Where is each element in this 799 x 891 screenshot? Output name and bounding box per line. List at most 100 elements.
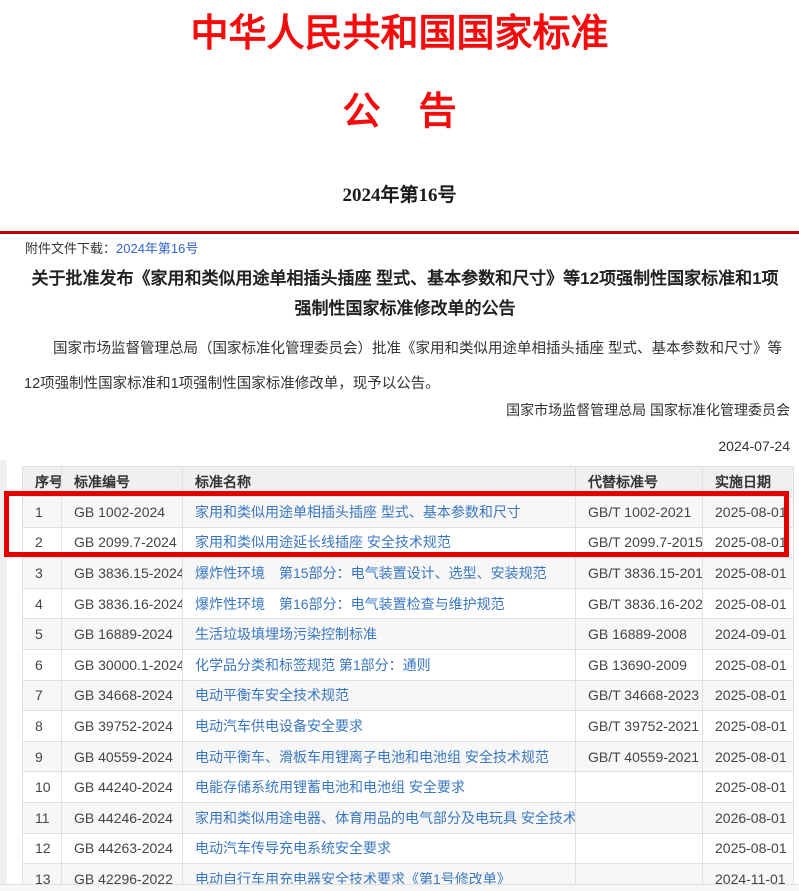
attachment-label: 附件文件下载： xyxy=(25,241,116,256)
standard-name-link[interactable]: 家用和类似用途延长线插座 安全技术规范 xyxy=(195,534,451,550)
standard-name-link[interactable]: 爆炸性环境 第16部分：电气装置检查与维护规范 xyxy=(195,596,505,612)
attachment-row: 附件文件下载：2024年第16号 xyxy=(25,240,198,257)
table-next-row-partial xyxy=(0,884,799,891)
cell-name: 家用和类似用途单相插头插座 型式、基本参数和尺寸 xyxy=(183,497,576,528)
cell-name: 家用和类似用途延长线插座 安全技术规范 xyxy=(183,527,576,558)
table-row: 8 GB 39752-2024 电动汽车供电设备安全要求 GB/T 39752-… xyxy=(23,711,794,742)
page-subtitle: 公 告 xyxy=(0,86,799,138)
table-row: 4 GB 3836.16-2024 爆炸性环境 第16部分：电气装置检查与维护规… xyxy=(23,588,794,619)
signature-line: 国家市场监督管理总局 国家标准化管理委员会 xyxy=(0,400,790,420)
cell-name: 爆炸性环境 第16部分：电气装置检查与维护规范 xyxy=(183,588,576,619)
attachment-download-link[interactable]: 2024年第16号 xyxy=(116,241,198,256)
cell-replaces xyxy=(576,833,703,864)
cell-code: GB 34668-2024 xyxy=(62,680,183,711)
cell-seq: 7 xyxy=(23,680,62,711)
standard-name-link[interactable]: 家用和类似用途电器、体育用品的电气部分及电玩具 安全技术规范 xyxy=(195,810,576,826)
cell-seq: 12 xyxy=(23,833,62,864)
table-row: 9 GB 40559-2024 电动平衡车、滑板车用锂离子电池和电池组 安全技术… xyxy=(23,741,794,772)
table-row: 5 GB 16889-2024 生活垃圾填埋场污染控制标准 GB 16889-2… xyxy=(23,619,794,650)
cell-replaces: GB/T 39752-2021 xyxy=(576,711,703,742)
table-header-row: 序号 标准编号 标准名称 代替标准号 实施日期 xyxy=(23,467,794,497)
standard-name-link[interactable]: 化学品分类和标签规范 第1部分：通则 xyxy=(195,657,431,673)
cell-replaces: GB/T 40559-2021 xyxy=(576,741,703,772)
cell-date: 2025-08-01 xyxy=(703,588,794,619)
standard-name-link[interactable]: 电动平衡车、滑板车用锂离子电池和电池组 安全技术规范 xyxy=(195,749,549,765)
cell-replaces: GB/T 34668-2023 xyxy=(576,680,703,711)
table-row: 2 GB 2099.7-2024 家用和类似用途延长线插座 安全技术规范 GB/… xyxy=(23,527,794,558)
cell-replaces: GB/T 2099.7-2015 xyxy=(576,527,703,558)
cell-name: 爆炸性环境 第15部分：电气装置设计、选型、安装规范 xyxy=(183,558,576,589)
cell-seq: 1 xyxy=(23,497,62,528)
cell-code: GB 1002-2024 xyxy=(62,497,183,528)
cell-date: 2025-08-01 xyxy=(703,680,794,711)
column-header-date: 实施日期 xyxy=(703,467,794,497)
notice-paragraph: 国家市场监督管理总局（国家标准化管理委员会）批准《家用和类似用途单相插头插座 型… xyxy=(24,332,788,402)
cell-seq: 6 xyxy=(23,649,62,680)
cell-date: 2024-09-01 xyxy=(703,619,794,650)
cell-replaces xyxy=(576,802,703,833)
cell-code: GB 44240-2024 xyxy=(62,772,183,803)
standard-name-link[interactable]: 爆炸性环境 第15部分：电气装置设计、选型、安装规范 xyxy=(195,565,547,581)
cell-code: GB 16889-2024 xyxy=(62,619,183,650)
table-row: 1 GB 1002-2024 家用和类似用途单相插头插座 型式、基本参数和尺寸 … xyxy=(23,497,794,528)
cell-seq: 10 xyxy=(23,772,62,803)
table-row: 11 GB 44246-2024 家用和类似用途电器、体育用品的电气部分及电玩具… xyxy=(23,802,794,833)
cell-seq: 2 xyxy=(23,527,62,558)
column-header-replaces: 代替标准号 xyxy=(576,467,703,497)
standard-name-link[interactable]: 电动汽车传导充电系统安全要求 xyxy=(195,840,391,856)
cell-replaces: GB 13690-2009 xyxy=(576,649,703,680)
cell-date: 2025-08-01 xyxy=(703,833,794,864)
issue-number: 2024年第16号 xyxy=(0,180,799,207)
cell-code: GB 3836.15-2024 xyxy=(62,558,183,589)
column-header-seq: 序号 xyxy=(23,467,62,497)
cell-code: GB 44246-2024 xyxy=(62,802,183,833)
cell-name: 电动汽车传导充电系统安全要求 xyxy=(183,833,576,864)
cell-date: 2025-08-01 xyxy=(703,649,794,680)
column-header-code: 标准编号 xyxy=(62,467,183,497)
cell-replaces xyxy=(576,772,703,803)
cell-seq: 3 xyxy=(23,558,62,589)
standard-name-link[interactable]: 生活垃圾填埋场污染控制标准 xyxy=(195,626,377,642)
cell-date: 2025-08-01 xyxy=(703,497,794,528)
date-line: 2024-07-24 xyxy=(0,438,790,454)
red-divider-line xyxy=(0,231,799,234)
announcement-page: 中华人民共和国国家标准 公 告 2024年第16号 附件文件下载：2024年第1… xyxy=(0,0,799,891)
cell-code: GB 39752-2024 xyxy=(62,711,183,742)
cell-date: 2025-08-01 xyxy=(703,527,794,558)
cell-name: 电动平衡车、滑板车用锂离子电池和电池组 安全技术规范 xyxy=(183,741,576,772)
cell-code: GB 3836.16-2024 xyxy=(62,588,183,619)
standards-table: 序号 标准编号 标准名称 代替标准号 实施日期 1 GB 1002-2024 家… xyxy=(22,466,794,891)
cell-name: 生活垃圾填埋场污染控制标准 xyxy=(183,619,576,650)
page-title: 中华人民共和国国家标准 xyxy=(0,8,799,60)
cell-seq: 5 xyxy=(23,619,62,650)
cell-seq: 11 xyxy=(23,802,62,833)
cell-date: 2025-08-01 xyxy=(703,772,794,803)
cell-replaces: GB/T 1002-2021 xyxy=(576,497,703,528)
table-row: 12 GB 44263-2024 电动汽车传导充电系统安全要求 2025-08-… xyxy=(23,833,794,864)
standard-name-link[interactable]: 电能存储系统用锂蓄电池和电池组 安全要求 xyxy=(195,779,465,795)
cell-name: 化学品分类和标签规范 第1部分：通则 xyxy=(183,649,576,680)
left-gutter xyxy=(0,460,7,891)
cell-name: 电能存储系统用锂蓄电池和电池组 安全要求 xyxy=(183,772,576,803)
cell-replaces: GB 16889-2008 xyxy=(576,619,703,650)
cell-date: 2025-08-01 xyxy=(703,558,794,589)
cell-replaces: GB/T 3836.16-2022 xyxy=(576,588,703,619)
standard-name-link[interactable]: 电动平衡车安全技术规范 xyxy=(195,687,349,703)
notice-heading: 关于批准发布《家用和类似用途单相插头插座 型式、基本参数和尺寸》等12项强制性国… xyxy=(24,264,786,324)
table-row: 3 GB 3836.15-2024 爆炸性环境 第15部分：电气装置设计、选型、… xyxy=(23,558,794,589)
cell-code: GB 40559-2024 xyxy=(62,741,183,772)
cell-date: 2026-08-01 xyxy=(703,802,794,833)
standard-name-link[interactable]: 家用和类似用途单相插头插座 型式、基本参数和尺寸 xyxy=(195,504,521,520)
cell-name: 家用和类似用途电器、体育用品的电气部分及电玩具 安全技术规范 xyxy=(183,802,576,833)
standards-table-body: 1 GB 1002-2024 家用和类似用途单相插头插座 型式、基本参数和尺寸 … xyxy=(23,497,794,891)
standard-name-link[interactable]: 电动汽车供电设备安全要求 xyxy=(195,718,363,734)
cell-seq: 9 xyxy=(23,741,62,772)
cell-seq: 8 xyxy=(23,711,62,742)
table-row: 7 GB 34668-2024 电动平衡车安全技术规范 GB/T 34668-2… xyxy=(23,680,794,711)
cell-name: 电动平衡车安全技术规范 xyxy=(183,680,576,711)
table-row: 6 GB 30000.1-2024 化学品分类和标签规范 第1部分：通则 GB … xyxy=(23,649,794,680)
table-row: 10 GB 44240-2024 电能存储系统用锂蓄电池和电池组 安全要求 20… xyxy=(23,772,794,803)
cell-seq: 4 xyxy=(23,588,62,619)
column-header-name: 标准名称 xyxy=(183,467,576,497)
cell-code: GB 2099.7-2024 xyxy=(62,527,183,558)
